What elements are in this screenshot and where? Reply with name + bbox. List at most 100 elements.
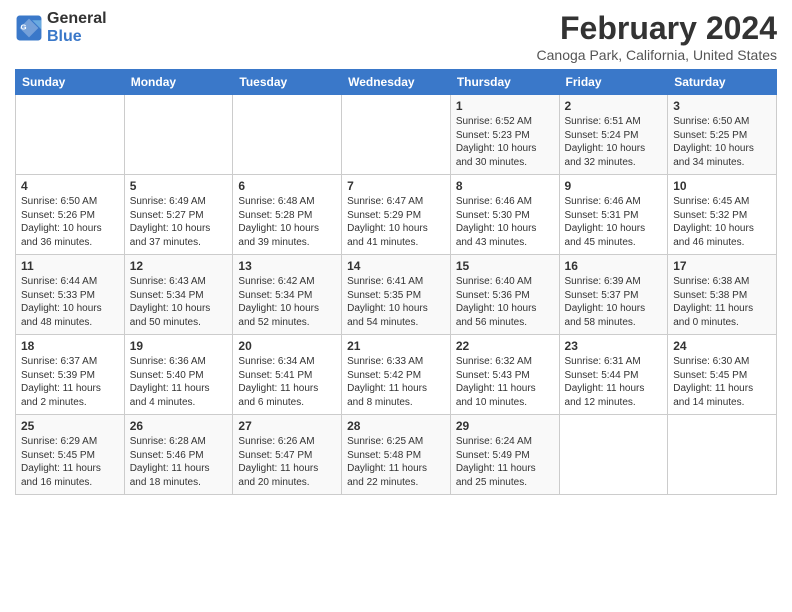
day-info: Sunrise: 6:31 AM Sunset: 5:44 PM Dayligh…: [565, 355, 663, 409]
calendar-cell: 17Sunrise: 6:38 AM Sunset: 5:38 PM Dayli…: [668, 255, 777, 335]
calendar-cell: 26 Sunrise: 6:28 AM Sunset: 5:46 PM Dayli…: [124, 415, 233, 495]
calendar-table: SundayMondayTuesdayWednesdayThursdayFrid…: [15, 69, 777, 495]
calendar-cell: 2 Sunrise: 6:51 AM Sunset: 5:24 PM Daylig…: [559, 95, 668, 175]
day-number: 8: [456, 179, 554, 193]
day-info: Sunrise: 6:38 AM Sunset: 5:38 PM Dayligh…: [673, 275, 771, 329]
day-number: 29: [456, 419, 554, 433]
calendar-week-row: 25 Sunrise: 6:29 AM Sunset: 5:45 PM Dayli…: [16, 415, 777, 495]
calendar-cell: [559, 415, 668, 495]
logo: G General Blue: [15, 10, 107, 45]
day-number: 15: [456, 259, 554, 273]
day-info: Sunrise: 6:50 AM Sunset: 5:25 PM Dayligh…: [673, 115, 771, 169]
calendar-cell: 11 Sunrise: 6:44 AM Sunset: 5:33 PM Dayli…: [16, 255, 125, 335]
day-info: Sunrise: 6:47 AM Sunset: 5:29 PM Dayligh…: [347, 195, 445, 249]
calendar-cell: 22Sunrise: 6:32 AM Sunset: 5:43 PM Dayli…: [450, 335, 559, 415]
day-number: 12: [130, 259, 228, 273]
calendar-cell: 25 Sunrise: 6:29 AM Sunset: 5:45 PM Dayli…: [16, 415, 125, 495]
calendar-cell: 27 Sunrise: 6:26 AM Sunset: 5:47 PM Dayli…: [233, 415, 342, 495]
weekday-header-saturday: Saturday: [668, 70, 777, 95]
day-number: 21: [347, 339, 445, 353]
day-info: Sunrise: 6:44 AM Sunset: 5:33 PM Dayligh…: [21, 275, 119, 329]
weekday-header-sunday: Sunday: [16, 70, 125, 95]
day-number: 28: [347, 419, 445, 433]
day-number: 23: [565, 339, 663, 353]
header: G General Blue February 2024 Canoga Park…: [15, 10, 777, 63]
day-number: 6: [238, 179, 336, 193]
day-number: 9: [565, 179, 663, 193]
calendar-cell: 18 Sunrise: 6:37 AM Sunset: 5:39 PM Dayli…: [16, 335, 125, 415]
weekday-header-friday: Friday: [559, 70, 668, 95]
day-info: Sunrise: 6:50 AM Sunset: 5:26 PM Dayligh…: [21, 195, 119, 249]
calendar-cell: [124, 95, 233, 175]
calendar-cell: 6Sunrise: 6:48 AM Sunset: 5:28 PM Daylig…: [233, 175, 342, 255]
calendar-cell: 23 Sunrise: 6:31 AM Sunset: 5:44 PM Dayli…: [559, 335, 668, 415]
calendar-cell: 29 Sunrise: 6:24 AM Sunset: 5:49 PM Dayli…: [450, 415, 559, 495]
weekday-header-wednesday: Wednesday: [342, 70, 451, 95]
calendar-cell: 28Sunrise: 6:25 AM Sunset: 5:48 PM Dayli…: [342, 415, 451, 495]
day-number: 27: [238, 419, 336, 433]
day-number: 3: [673, 99, 771, 113]
calendar-cell: 13 Sunrise: 6:42 AM Sunset: 5:34 PM Dayli…: [233, 255, 342, 335]
calendar-cell: 19Sunrise: 6:36 AM Sunset: 5:40 PM Dayli…: [124, 335, 233, 415]
day-number: 25: [21, 419, 119, 433]
day-info: Sunrise: 6:33 AM Sunset: 5:42 PM Dayligh…: [347, 355, 445, 409]
day-info: Sunrise: 6:42 AM Sunset: 5:34 PM Dayligh…: [238, 275, 336, 329]
calendar-cell: 16 Sunrise: 6:39 AM Sunset: 5:37 PM Dayli…: [559, 255, 668, 335]
calendar-page: G General Blue February 2024 Canoga Park…: [0, 0, 792, 612]
calendar-cell: [233, 95, 342, 175]
day-number: 2: [565, 99, 663, 113]
calendar-title: February 2024: [537, 10, 777, 47]
day-info: Sunrise: 6:51 AM Sunset: 5:24 PM Dayligh…: [565, 115, 663, 169]
day-info: Sunrise: 6:26 AM Sunset: 5:47 PM Dayligh…: [238, 435, 336, 489]
day-number: 20: [238, 339, 336, 353]
day-number: 16: [565, 259, 663, 273]
svg-text:G: G: [20, 22, 26, 31]
calendar-cell: 20 Sunrise: 6:34 AM Sunset: 5:41 PM Dayli…: [233, 335, 342, 415]
calendar-cell: 24Sunrise: 6:30 AM Sunset: 5:45 PM Dayli…: [668, 335, 777, 415]
day-number: 22: [456, 339, 554, 353]
day-info: Sunrise: 6:28 AM Sunset: 5:46 PM Dayligh…: [130, 435, 228, 489]
day-info: Sunrise: 6:45 AM Sunset: 5:32 PM Dayligh…: [673, 195, 771, 249]
calendar-week-row: 11 Sunrise: 6:44 AM Sunset: 5:33 PM Dayli…: [16, 255, 777, 335]
day-info: Sunrise: 6:36 AM Sunset: 5:40 PM Dayligh…: [130, 355, 228, 409]
calendar-cell: 10 Sunrise: 6:45 AM Sunset: 5:32 PM Dayli…: [668, 175, 777, 255]
calendar-cell: [668, 415, 777, 495]
day-info: Sunrise: 6:24 AM Sunset: 5:49 PM Dayligh…: [456, 435, 554, 489]
day-number: 10: [673, 179, 771, 193]
logo-text: General Blue: [47, 10, 107, 45]
calendar-cell: 21 Sunrise: 6:33 AM Sunset: 5:42 PM Dayli…: [342, 335, 451, 415]
day-info: Sunrise: 6:40 AM Sunset: 5:36 PM Dayligh…: [456, 275, 554, 329]
calendar-cell: 4 Sunrise: 6:50 AM Sunset: 5:26 PM Daylig…: [16, 175, 125, 255]
day-info: Sunrise: 6:46 AM Sunset: 5:30 PM Dayligh…: [456, 195, 554, 249]
calendar-week-row: 4 Sunrise: 6:50 AM Sunset: 5:26 PM Daylig…: [16, 175, 777, 255]
day-info: Sunrise: 6:30 AM Sunset: 5:45 PM Dayligh…: [673, 355, 771, 409]
day-number: 1: [456, 99, 554, 113]
calendar-cell: 8 Sunrise: 6:46 AM Sunset: 5:30 PM Daylig…: [450, 175, 559, 255]
calendar-cell: [342, 95, 451, 175]
day-number: 4: [21, 179, 119, 193]
day-info: Sunrise: 6:39 AM Sunset: 5:37 PM Dayligh…: [565, 275, 663, 329]
day-number: 13: [238, 259, 336, 273]
calendar-cell: 7 Sunrise: 6:47 AM Sunset: 5:29 PM Daylig…: [342, 175, 451, 255]
day-number: 26: [130, 419, 228, 433]
day-number: 11: [21, 259, 119, 273]
calendar-cell: 12Sunrise: 6:43 AM Sunset: 5:34 PM Dayli…: [124, 255, 233, 335]
calendar-cell: 14Sunrise: 6:41 AM Sunset: 5:35 PM Dayli…: [342, 255, 451, 335]
day-number: 7: [347, 179, 445, 193]
calendar-cell: 9 Sunrise: 6:46 AM Sunset: 5:31 PM Daylig…: [559, 175, 668, 255]
day-info: Sunrise: 6:37 AM Sunset: 5:39 PM Dayligh…: [21, 355, 119, 409]
day-info: Sunrise: 6:52 AM Sunset: 5:23 PM Dayligh…: [456, 115, 554, 169]
day-info: Sunrise: 6:34 AM Sunset: 5:41 PM Dayligh…: [238, 355, 336, 409]
day-info: Sunrise: 6:49 AM Sunset: 5:27 PM Dayligh…: [130, 195, 228, 249]
calendar-cell: [16, 95, 125, 175]
calendar-week-row: 1 Sunrise: 6:52 AM Sunset: 5:23 PM Daylig…: [16, 95, 777, 175]
weekday-header-monday: Monday: [124, 70, 233, 95]
day-number: 18: [21, 339, 119, 353]
day-info: Sunrise: 6:46 AM Sunset: 5:31 PM Dayligh…: [565, 195, 663, 249]
calendar-week-row: 18 Sunrise: 6:37 AM Sunset: 5:39 PM Dayli…: [16, 335, 777, 415]
weekday-header-row: SundayMondayTuesdayWednesdayThursdayFrid…: [16, 70, 777, 95]
weekday-header-thursday: Thursday: [450, 70, 559, 95]
logo-icon: G: [15, 14, 43, 42]
calendar-subtitle: Canoga Park, California, United States: [537, 47, 777, 63]
day-info: Sunrise: 6:29 AM Sunset: 5:45 PM Dayligh…: [21, 435, 119, 489]
